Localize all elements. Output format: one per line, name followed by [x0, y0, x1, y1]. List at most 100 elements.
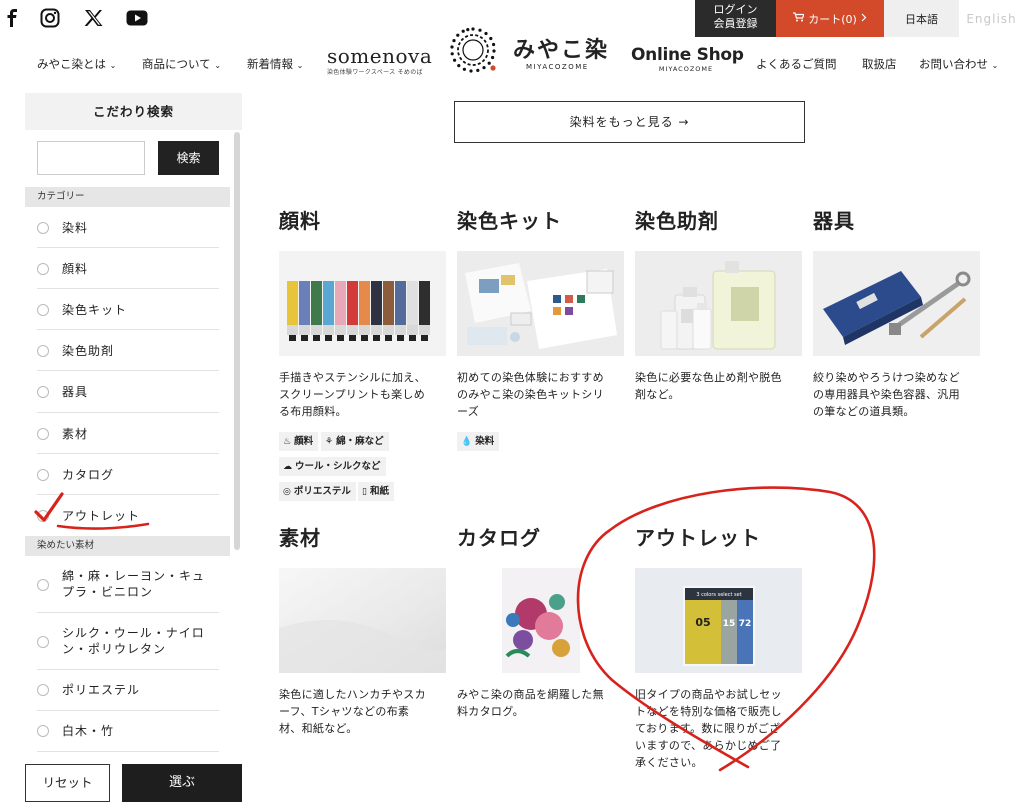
material-item-silk[interactable]: シルク・ウール・ナイロ ン・ポリウレタン: [37, 613, 219, 670]
tag-label: 和紙: [369, 486, 389, 497]
radio-button[interactable]: [37, 222, 49, 234]
category-item-tools[interactable]: 器具: [37, 371, 219, 413]
lang-japanese-button[interactable]: 日本語: [884, 0, 959, 37]
outlet-product-image[interactable]: 3 colors select set 05 15 72: [635, 568, 802, 673]
radio-button[interactable]: [37, 725, 49, 737]
section-category-header: カテゴリー: [25, 187, 230, 207]
radio-button[interactable]: [37, 469, 49, 481]
nav-products[interactable]: 商品について ⌄: [142, 56, 221, 72]
material-product-image[interactable]: [279, 568, 446, 673]
online-shop-logo[interactable]: Online Shop MIYACOZOME: [631, 45, 744, 73]
filter-search-button[interactable]: 検索: [158, 141, 219, 175]
radio-button[interactable]: [37, 684, 49, 696]
category-label: 染色助剤: [62, 344, 115, 358]
category-item-auxiliary[interactable]: 染色助剤: [37, 330, 219, 371]
category-item-outlet[interactable]: アウトレット: [37, 495, 219, 535]
auxiliary-product-image[interactable]: [635, 251, 802, 356]
more-dyes-button[interactable]: 染料をもっと見る →: [454, 101, 805, 143]
desc-line: 剤など。: [635, 388, 680, 401]
reset-button[interactable]: リセット: [25, 764, 110, 802]
category-card-kit[interactable]: 染色キット 初めての染色体験におすすめ のみやこ染の染色キットシリ ーズ: [457, 209, 625, 418]
desc-line: 材、和紙など。: [279, 722, 358, 735]
desc-line: みやこ染の商品を網羅した無: [457, 688, 604, 701]
tag-dye[interactable]: 💧 染料: [457, 432, 500, 451]
chevron-down-icon: ⌄: [109, 61, 117, 70]
nav-stores[interactable]: 取扱店: [862, 56, 897, 72]
nav-contact[interactable]: お問い合わせ ⌄: [919, 56, 998, 72]
tag-polyester[interactable]: ◎ ポリエステル: [279, 482, 356, 501]
category-card-auxiliary[interactable]: 染色助剤 染色に必要な色止め剤や脱色 剤など。: [635, 209, 803, 401]
filter-search-input[interactable]: [37, 141, 145, 175]
category-item-dye[interactable]: 染料: [37, 207, 219, 248]
pigment-product-image[interactable]: [279, 251, 446, 356]
sidebar-scrollbar[interactable]: [234, 132, 240, 550]
material-item-polyester[interactable]: ポリエステル: [37, 670, 219, 711]
radio-button[interactable]: [37, 386, 49, 398]
category-item-pigment[interactable]: 顔料: [37, 248, 219, 289]
desc-line: スクリーンプリントも楽しめ: [279, 388, 426, 401]
miyacozome-logo-en: MIYACOZOME: [526, 63, 589, 71]
card-title: 顔料: [279, 209, 321, 233]
card-title: アウトレット: [635, 526, 761, 550]
category-card-outlet[interactable]: アウトレット 3 colors select set 05 15 72 旧タイプ…: [635, 526, 803, 769]
radio-button[interactable]: [37, 263, 49, 275]
nav-news-label: 新着情報: [247, 57, 293, 71]
somenova-logo-sub: 染色体験ワークスペース そめのば: [327, 69, 423, 76]
tag-washi[interactable]: ▯ 和紙: [358, 482, 394, 501]
choose-button[interactable]: 選ぶ: [122, 764, 242, 802]
x-icon[interactable]: [81, 6, 105, 30]
material-item-wood[interactable]: 白木・竹: [37, 711, 219, 752]
kit-product-image[interactable]: [457, 251, 624, 356]
category-label: アウトレット: [62, 509, 141, 523]
instagram-icon[interactable]: [38, 6, 62, 30]
radio-button[interactable]: [37, 579, 49, 591]
tools-product-image[interactable]: [813, 251, 980, 356]
radio-button[interactable]: [37, 636, 49, 648]
cart-button[interactable]: カート(0): [776, 0, 884, 37]
material-label-line1: 綿・麻・レーヨン・キュ: [62, 569, 206, 583]
tag-pigment[interactable]: ♨ 顔料: [279, 432, 319, 451]
miyacozome-logo[interactable]: みやこ染 MIYACOZOME: [449, 26, 609, 80]
category-item-material[interactable]: 素材: [37, 413, 219, 454]
card-title: 器具: [813, 209, 855, 233]
pack-number: 05: [695, 616, 710, 629]
youtube-icon[interactable]: [124, 6, 150, 30]
category-card-catalog[interactable]: カタログ みやこ染の商品を網羅した無 料カタログ。: [457, 526, 625, 718]
desc-line: ております。数に限りがござ: [635, 722, 781, 735]
tag-cotton[interactable]: ⚘ 綿・麻など: [321, 432, 389, 451]
desc-line: 絞り染めやろうけつ染めなど: [813, 371, 960, 384]
nav-news[interactable]: 新着情報 ⌄: [247, 56, 303, 72]
catalog-product-image[interactable]: [457, 568, 624, 673]
card-title: 染色キット: [457, 209, 562, 233]
nav-faq[interactable]: よくあるご質問: [756, 56, 837, 72]
somenova-logo[interactable]: somenova 染色体験ワークスペース そめのば: [327, 45, 432, 76]
radio-button[interactable]: [37, 304, 49, 316]
chevron-down-icon: ⌄: [214, 61, 222, 70]
nav-contact-label: お問い合わせ: [919, 57, 988, 71]
category-card-pigment[interactable]: 顔料 手描きやステンシルに加え、 スクリーンプリントも楽しめ る布用顔料。: [279, 209, 447, 418]
register-label: 会員登録: [713, 17, 758, 30]
card-title: 素材: [279, 526, 321, 550]
filter-title: こだわり検索: [25, 93, 242, 130]
category-item-catalog[interactable]: カタログ: [37, 454, 219, 495]
material-item-cotton[interactable]: 綿・麻・レーヨン・キュ プラ・ビニロン: [37, 556, 219, 613]
desc-line: ーズ: [457, 405, 480, 418]
water-drop-icon: 💧: [461, 437, 473, 447]
tag-wool[interactable]: ☁ ウール・シルクなど: [279, 457, 386, 476]
cart-label: カート(0): [808, 12, 857, 26]
card-title: カタログ: [457, 526, 541, 550]
category-item-kit[interactable]: 染色キット: [37, 289, 219, 330]
radio-button[interactable]: [37, 510, 49, 522]
category-card-tools[interactable]: 器具 絞り染めやろうけつ染めなど の専用器具や染色容器、汎用 の筆などの道具類。: [813, 209, 981, 418]
paper-icon: ▯: [362, 487, 367, 497]
lang-english-button[interactable]: English: [959, 0, 1024, 37]
category-card-material[interactable]: 素材 染色に適したハンカチやスカ ーフ、Tシャツなどの布素 材、和紙など。: [279, 526, 447, 735]
radio-button[interactable]: [37, 345, 49, 357]
material-label: ポリエステル: [62, 683, 141, 697]
facebook-icon[interactable]: [0, 6, 24, 30]
login-register-button[interactable]: ログイン 会員登録: [695, 0, 776, 37]
nav-about[interactable]: みやこ染とは ⌄: [37, 56, 116, 72]
sheep-icon: ☁: [283, 462, 292, 472]
radio-button[interactable]: [37, 428, 49, 440]
tag-label: ポリエステル: [293, 486, 351, 497]
